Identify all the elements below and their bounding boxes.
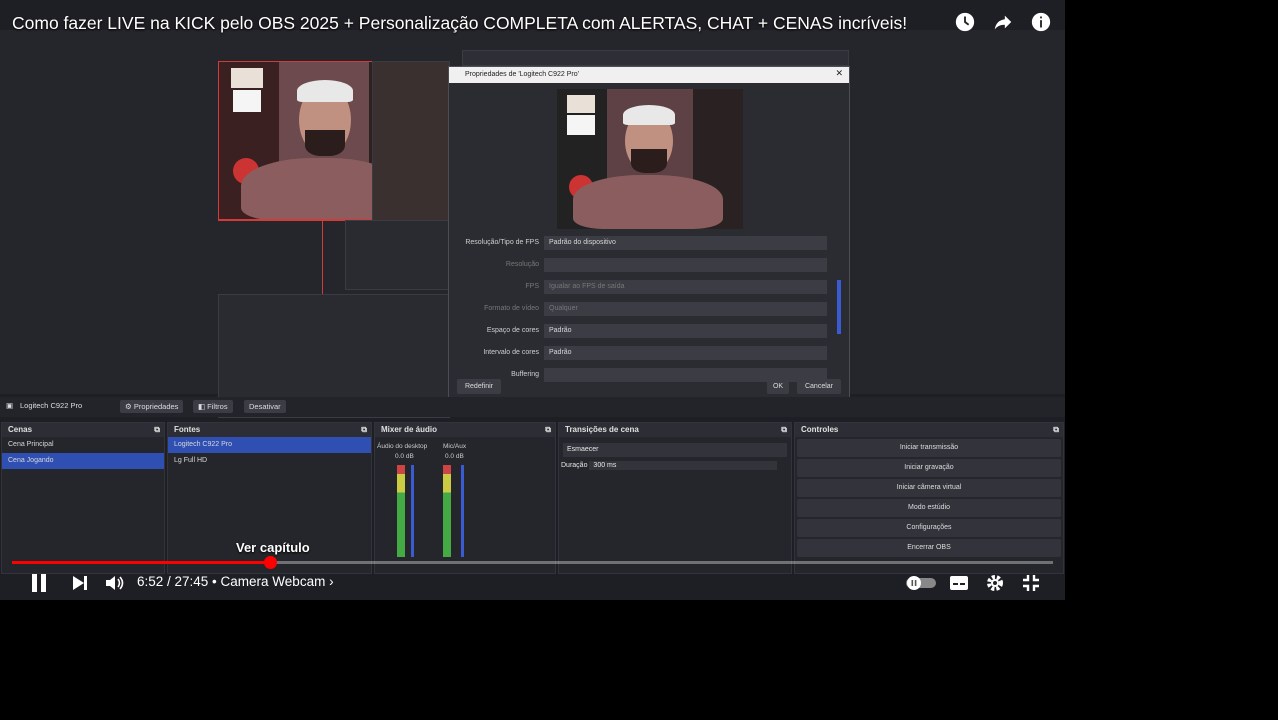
camera-icon: ▣: [6, 401, 14, 410]
mixer-channel-name: Mic/Aux: [443, 443, 467, 450]
deactivate-button[interactable]: Desativar: [244, 400, 286, 413]
dock-float-icon[interactable]: ⧉: [545, 423, 551, 437]
dock-float-icon[interactable]: ⧉: [154, 423, 160, 437]
dialog-scrollbar[interactable]: [837, 280, 841, 334]
duration-field[interactable]: 300 ms: [589, 461, 778, 470]
property-select[interactable]: Padrão: [544, 346, 827, 360]
control-button[interactable]: Configurações: [797, 519, 1061, 537]
volume-icon: [106, 576, 124, 590]
source-item[interactable]: Logitech C922 Pro: [168, 437, 371, 453]
close-icon[interactable]: ✕: [835, 68, 843, 79]
exit-fullscreen-icon: [1023, 575, 1039, 591]
scenes-title: Cenas: [8, 425, 33, 434]
pause-icon: [32, 574, 46, 592]
autoplay-toggle[interactable]: [906, 572, 936, 594]
next-icon: [73, 576, 87, 590]
control-button[interactable]: Iniciar câmera virtual: [797, 479, 1061, 497]
property-row: Resolução/Tipo de FPS Padrão do dispositi…: [449, 235, 849, 251]
transition-select[interactable]: Esmaecer: [563, 443, 787, 457]
controls-title: Controles: [801, 425, 839, 434]
duration-label: Duração: [561, 462, 588, 469]
video-player[interactable]: Como fazer LIVE na KICK pelo OBS 2025 + …: [0, 0, 1065, 600]
source-item[interactable]: Lg Full HD: [168, 453, 371, 469]
dock-float-icon[interactable]: ⧉: [781, 423, 787, 437]
property-label: Espaço de cores: [486, 327, 539, 334]
settings-button[interactable]: [983, 572, 1007, 594]
volume-button[interactable]: [103, 572, 127, 594]
subtitles-button[interactable]: [947, 572, 971, 594]
scene-item[interactable]: Cena Principal: [2, 437, 164, 453]
cancel-button[interactable]: Cancelar: [797, 379, 841, 394]
property-label: Intervalo de cores: [483, 349, 539, 356]
time-display[interactable]: 6:52 / 27:45 • Camera Webcam ›: [137, 574, 334, 589]
dialog-title: Propriedades de 'Logitech C922 Pro': [449, 67, 849, 83]
toggle-icon: [906, 576, 936, 590]
property-row: Resolução: [449, 257, 849, 273]
property-row: Espaço de cores Padrão: [449, 323, 849, 339]
volume-meter: [397, 465, 405, 557]
property-row: Formato de vídeo Qualquer: [449, 301, 849, 317]
progress-fill: [12, 561, 271, 564]
property-label: Resolução: [505, 261, 539, 268]
mixer-dock: Mixer de áudio ⧉ Áudio do desktop 0.0 dB …: [374, 422, 556, 574]
property-row: Intervalo de cores Padrão: [449, 345, 849, 361]
property-label: FPS: [525, 283, 539, 290]
pause-button[interactable]: [27, 572, 51, 594]
property-row: Buffering: [449, 367, 849, 383]
info-icon[interactable]: [1029, 10, 1053, 34]
control-button[interactable]: Modo estúdio: [797, 499, 1061, 517]
transitions-dock: Transições de cena ⧉ Esmaecer Duração 300…: [558, 422, 792, 574]
property-label: Buffering: [511, 371, 539, 378]
mixer-channel-db: 0.0 dB: [395, 453, 414, 460]
mixer-channel-name: Áudio do desktop: [377, 443, 428, 450]
property-select[interactable]: Padrão: [544, 324, 827, 338]
ok-button[interactable]: OK: [767, 379, 789, 394]
properties-dialog: Propriedades de 'Logitech C922 Pro' ✕ Re…: [448, 66, 850, 404]
filters-button[interactable]: ◧ Filtros: [193, 400, 233, 413]
filters-label: Filtros: [207, 402, 228, 411]
property-select[interactable]: Padrão do dispositivo: [544, 236, 827, 250]
control-button[interactable]: Iniciar gravação: [797, 459, 1061, 477]
gear-icon: [987, 575, 1003, 591]
volume-slider[interactable]: [411, 465, 414, 557]
subtitles-icon: [950, 576, 968, 590]
dock-float-icon[interactable]: ⧉: [1053, 423, 1059, 437]
property-select[interactable]: [544, 258, 827, 272]
share-icon[interactable]: [991, 10, 1015, 34]
exit-fullscreen-button[interactable]: [1019, 572, 1043, 594]
source-toolbar: ▣ Logitech C922 Pro ⚙ Propriedades ◧ Fil…: [0, 397, 1065, 417]
source-name: Logitech C922 Pro: [20, 401, 83, 410]
control-button[interactable]: Encerrar OBS: [797, 539, 1061, 557]
properties-button[interactable]: ⚙ Propriedades: [120, 400, 184, 413]
transitions-title: Transições de cena: [565, 425, 639, 434]
scenes-dock: Cenas ⧉ Cena Principal Cena Jogando: [1, 422, 165, 574]
property-select[interactable]: Qualquer: [544, 302, 827, 316]
properties-label: Propriedades: [133, 402, 179, 411]
mixer-channel-db: 0.0 dB: [445, 453, 464, 460]
property-label: Formato de vídeo: [484, 305, 539, 312]
volume-slider[interactable]: [461, 465, 464, 557]
dialog-camera-preview: [557, 89, 743, 229]
control-button[interactable]: Iniciar transmissão: [797, 439, 1061, 457]
property-label: Resolução/Tipo de FPS: [465, 239, 539, 246]
property-select[interactable]: Igualar ao FPS de saída: [544, 280, 827, 294]
chapter-tooltip: Ver capítulo: [236, 540, 310, 555]
sources-title: Fontes: [174, 425, 201, 434]
property-row: FPS Igualar ao FPS de saída: [449, 279, 849, 295]
next-button[interactable]: [68, 572, 92, 594]
clock-icon[interactable]: [953, 10, 977, 34]
scene-item[interactable]: Cena Jogando: [2, 453, 164, 469]
reset-button[interactable]: Redefinir: [457, 379, 501, 394]
controls-dock: Controles ⧉ Iniciar transmissão Iniciar gr…: [794, 422, 1064, 574]
dock-float-icon[interactable]: ⧉: [361, 423, 367, 437]
video-title[interactable]: Como fazer LIVE na KICK pelo OBS 2025 + …: [12, 13, 907, 34]
volume-meter: [443, 465, 451, 557]
mixer-title: Mixer de áudio: [381, 425, 438, 434]
